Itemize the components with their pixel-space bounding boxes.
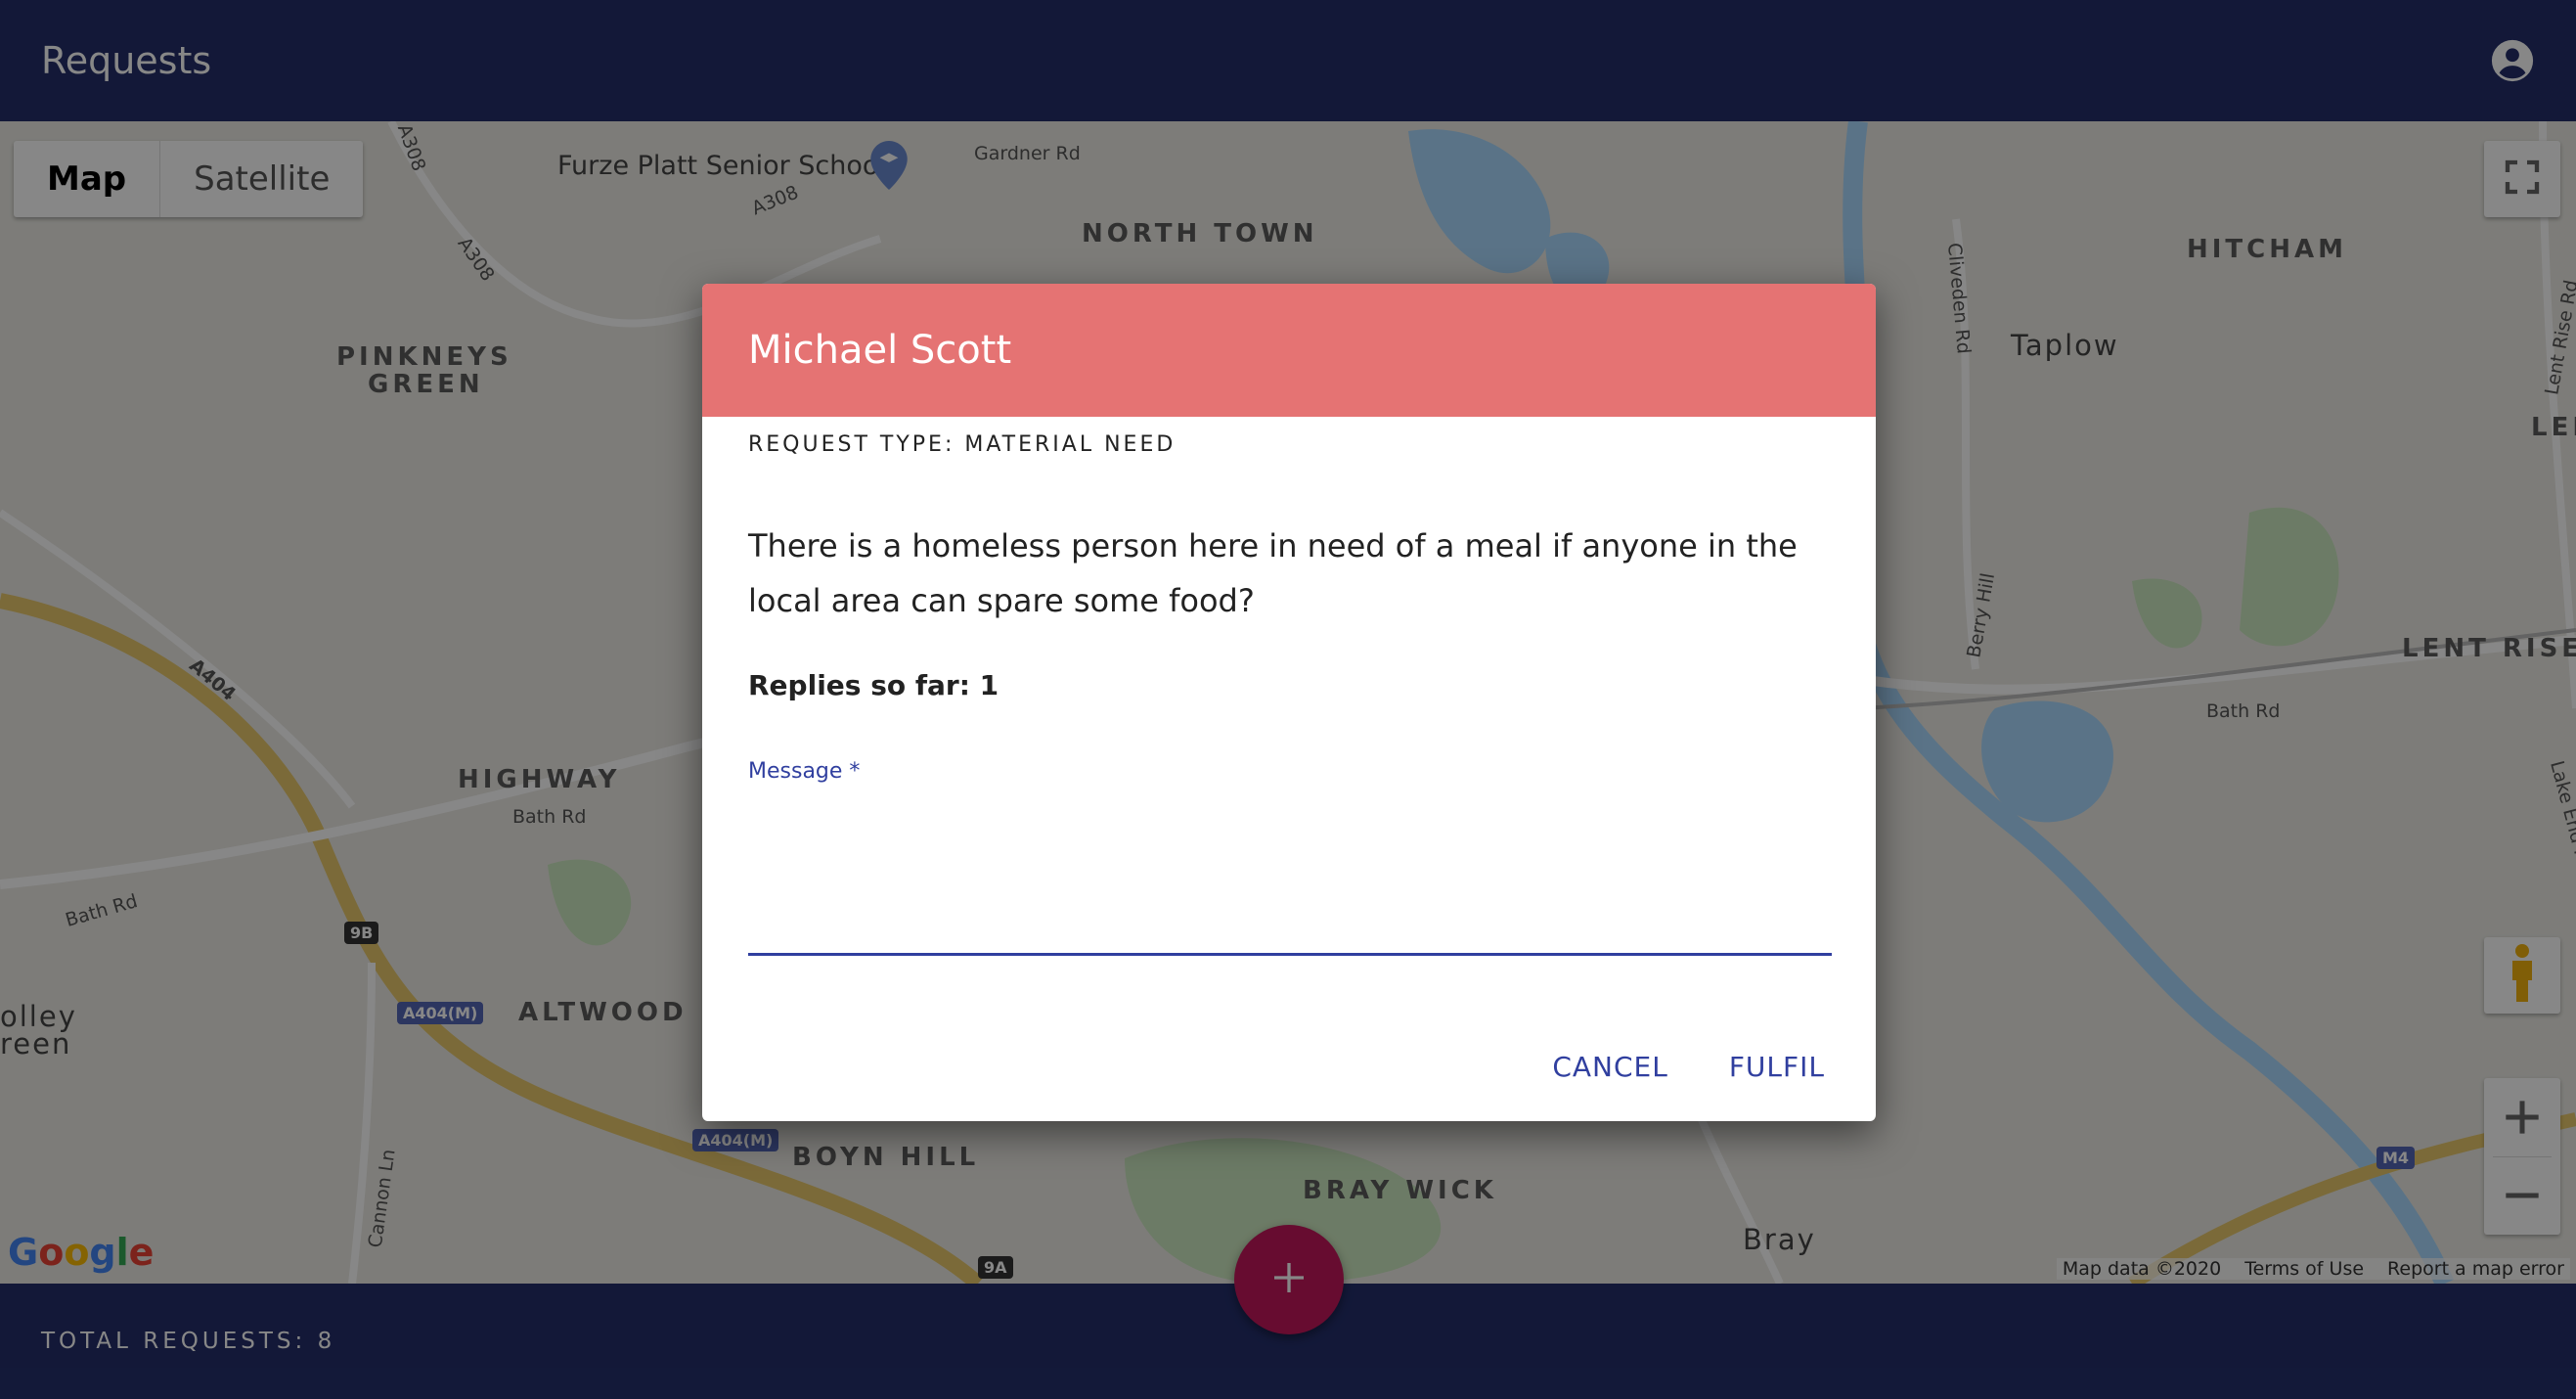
dialog-header: Michael Scott	[702, 284, 1876, 417]
message-field[interactable]	[748, 792, 1832, 956]
request-dialog: Michael Scott REQUEST TYPE: MATERIAL NEE…	[702, 284, 1876, 1121]
cancel-button[interactable]: CANCEL	[1536, 1041, 1684, 1093]
fulfil-button[interactable]: FULFIL	[1713, 1041, 1841, 1093]
dialog-actions: CANCEL FULFIL	[1536, 1041, 1841, 1093]
message-label: Message *	[748, 759, 861, 784]
request-type: REQUEST TYPE: MATERIAL NEED	[748, 432, 1177, 457]
requester-name: Michael Scott	[748, 328, 1012, 373]
replies-count: Replies so far: 1	[748, 669, 999, 701]
request-description: There is a homeless person here in need …	[748, 527, 1798, 619]
